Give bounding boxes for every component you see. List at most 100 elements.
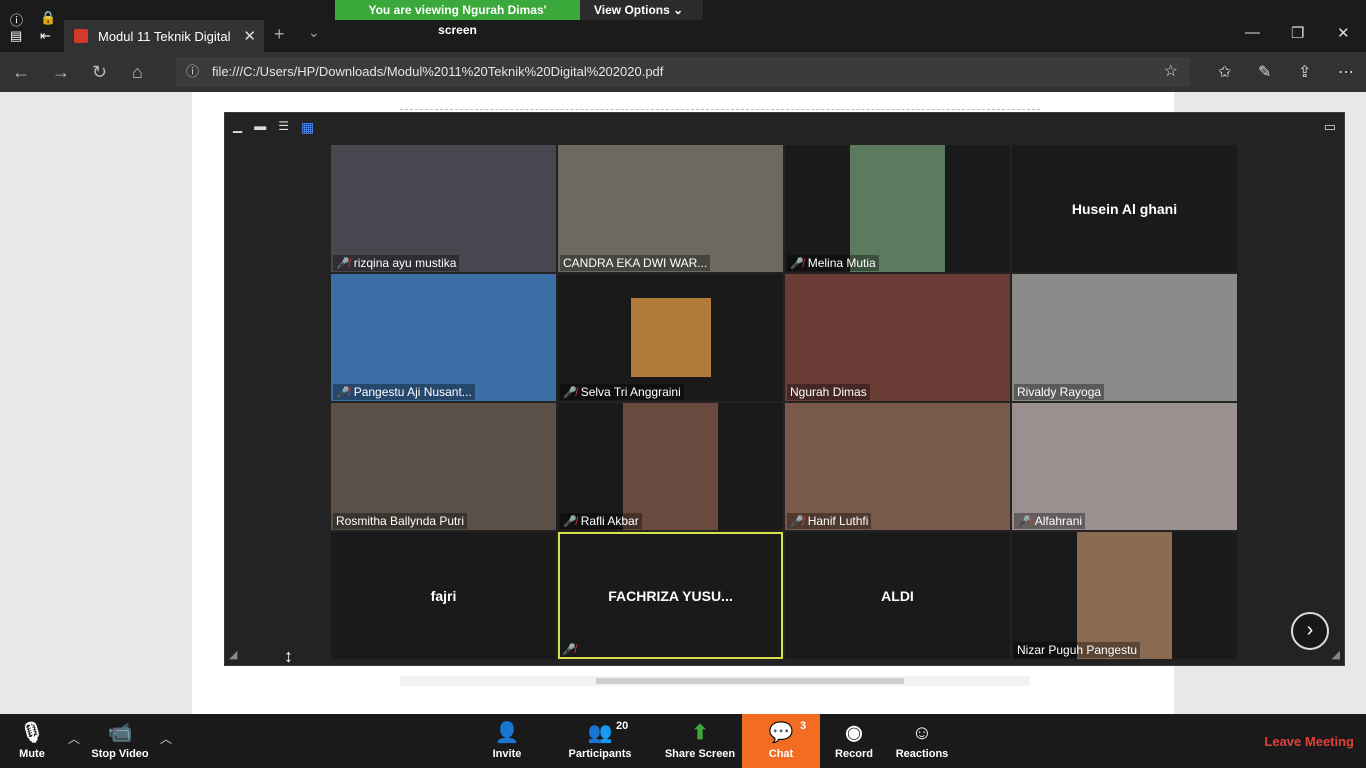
speaker-view-icon[interactable]: ▬ bbox=[254, 119, 266, 136]
close-tab-icon[interactable]: ✕ bbox=[243, 27, 256, 45]
participant-name-centered: ALDI bbox=[881, 587, 914, 604]
participant-name-text: Alfahrani bbox=[1034, 514, 1083, 528]
gallery-view-icon[interactable]: ▦ bbox=[301, 119, 314, 136]
chevron-down-icon[interactable]: ⌄ bbox=[308, 24, 320, 41]
stop-video-button[interactable]: 📹 Stop Video bbox=[86, 714, 154, 768]
participant-name-text: Melina Mutia bbox=[807, 256, 876, 270]
meeting-toolbar: 🎙 Mute ︿ 📹 Stop Video ︿ 👤 Invite 👥 20 Pa… bbox=[0, 714, 1366, 768]
microphone-icon: 🎙 bbox=[19, 722, 45, 744]
tab-list-icon[interactable]: ▤ bbox=[10, 28, 22, 44]
forward-arrow-icon[interactable]: → bbox=[52, 62, 70, 83]
participant-name: Ngurah Dimas bbox=[787, 384, 870, 400]
muted-mic-icon: 🎤̸ bbox=[1017, 516, 1031, 528]
next-page-button[interactable]: › bbox=[1291, 612, 1329, 650]
participant-tile[interactable]: 🎤̸ Selva Tri Anggraini bbox=[558, 274, 783, 401]
participant-name-text: CANDRA EKA DWI WAR... bbox=[563, 256, 708, 270]
site-info-icon[interactable]: ⓘ bbox=[186, 57, 199, 87]
view-options-label: View Options bbox=[594, 3, 670, 17]
resize-handle-right-icon[interactable]: ◢ bbox=[1332, 648, 1340, 661]
participant-tile[interactable]: 🎤̸ rizqina ayu mustika bbox=[331, 145, 556, 272]
view-options-button[interactable]: View Options ⌄ bbox=[580, 0, 703, 20]
more-menu-icon[interactable]: ⋯ bbox=[1338, 62, 1354, 82]
participant-name-text: Hanif Luthfi bbox=[807, 514, 869, 528]
participant-video bbox=[850, 145, 945, 272]
favorite-star-icon[interactable]: ☆ bbox=[1164, 57, 1178, 87]
chat-bubble-icon: 💬 bbox=[768, 722, 794, 744]
pen-icon[interactable]: ✎ bbox=[1258, 62, 1271, 82]
share-screen-label: Share Screen bbox=[664, 748, 736, 760]
video-options-caret-icon[interactable]: ︿ bbox=[160, 730, 172, 747]
participant-name-text: rizqina ayu mustika bbox=[353, 256, 457, 270]
video-camera-icon: 📹 bbox=[107, 722, 133, 744]
participant-name-text: Nizar Puguh Pangestu bbox=[1017, 643, 1138, 657]
url-text: file:///C:/Users/HP/Downloads/Modul%2011… bbox=[212, 64, 664, 79]
participant-video bbox=[1077, 532, 1172, 659]
minimize-icon[interactable]: — bbox=[1245, 24, 1260, 41]
participant-name: Nizar Puguh Pangestu bbox=[1014, 642, 1141, 658]
scrollbar-thumb[interactable] bbox=[596, 678, 904, 684]
participant-tile[interactable]: fajri bbox=[331, 532, 556, 659]
participant-tile[interactable]: 🎤̸ Alfahrani bbox=[1012, 403, 1237, 530]
favorites-icon[interactable]: ✩ bbox=[1218, 62, 1231, 82]
participant-tile[interactable]: 🎤̸ Rafli Akbar bbox=[558, 403, 783, 530]
share-screen-button[interactable]: ⬆ Share Screen bbox=[664, 714, 736, 768]
participant-tile[interactable]: 🎤̸ Melina Mutia bbox=[785, 145, 1010, 272]
participants-label: Participants bbox=[568, 748, 632, 760]
browser-tab[interactable]: Modul 11 Teknik Digital ✕ bbox=[64, 20, 264, 52]
muted-mic-icon: 🎤̸ bbox=[790, 516, 804, 528]
stop-video-label: Stop Video bbox=[91, 748, 149, 760]
new-tab-icon[interactable]: + bbox=[274, 24, 285, 45]
participant-tile[interactable]: FACHRIZA YUSU... 🎤̸ bbox=[558, 532, 783, 659]
refresh-icon[interactable]: ↻ bbox=[92, 62, 107, 83]
participant-tile[interactable]: CANDRA EKA DWI WAR... bbox=[558, 145, 783, 272]
resize-handle-left-icon[interactable]: ◢ bbox=[229, 648, 237, 661]
record-button[interactable]: ◉ Record bbox=[832, 714, 876, 768]
home-icon[interactable]: ⌂ bbox=[132, 62, 143, 83]
strip-view-icon[interactable]: ☰ bbox=[278, 119, 289, 136]
participant-tile[interactable]: Ngurah Dimas bbox=[785, 274, 1010, 401]
pdf-horizontal-scrollbar[interactable] bbox=[400, 676, 1030, 686]
reactions-button[interactable]: ☺ Reactions bbox=[894, 714, 950, 768]
participant-name-centered: fajri bbox=[430, 587, 457, 604]
participant-name: 🎤̸ Selva Tri Anggraini bbox=[560, 384, 684, 400]
restore-icon[interactable]: ❐ bbox=[1291, 24, 1304, 42]
system-tray-icons: ⓘ 🔒 ▤ ⇤ bbox=[10, 10, 60, 46]
invite-button[interactable]: 👤 Invite bbox=[482, 714, 532, 768]
mute-button[interactable]: 🎙 Mute bbox=[10, 714, 54, 768]
participant-video bbox=[623, 403, 718, 530]
lock-icon: 🔒 bbox=[40, 10, 57, 25]
back-arrow-icon[interactable]: ← bbox=[12, 62, 30, 83]
url-field[interactable]: ⓘ file:///C:/Users/HP/Downloads/Modul%20… bbox=[176, 57, 1190, 87]
participants-button[interactable]: 👥 20 Participants bbox=[566, 714, 634, 768]
participant-tile[interactable]: Rivaldy Rayoga bbox=[1012, 274, 1237, 401]
chat-label: Chat bbox=[768, 748, 794, 760]
participant-tile[interactable]: 🎤̸ Pangestu Aji Nusant... bbox=[331, 274, 556, 401]
chat-button[interactable]: 💬 3 Chat bbox=[742, 714, 820, 768]
tab-title: Modul 11 Teknik Digital bbox=[98, 28, 231, 44]
emoji-add-icon: ☺ bbox=[911, 722, 933, 744]
back-tabs-icon[interactable]: ⇤ bbox=[40, 28, 51, 44]
share-icon[interactable]: ⇪ bbox=[1298, 62, 1311, 82]
minimize-view-icon[interactable]: ▁ bbox=[233, 119, 242, 136]
participant-tile[interactable]: 🎤̸ Hanif Luthfi bbox=[785, 403, 1010, 530]
participant-name: 🎤̸ Melina Mutia bbox=[787, 255, 879, 271]
participant-tile[interactable]: ALDI bbox=[785, 532, 1010, 659]
participants-count: 20 bbox=[616, 720, 629, 732]
zoom-gallery-window: ▁ ▬ ☰ ▦ ▭ 🎤̸ rizqina ayu mustika CANDRA EK… bbox=[224, 112, 1345, 666]
participant-grid: 🎤̸ rizqina ayu mustika CANDRA EKA DWI WAR.… bbox=[331, 145, 1239, 661]
resize-cursor-icon: ↕ bbox=[284, 646, 293, 666]
gallery-view-controls: ▁ ▬ ☰ ▦ bbox=[233, 119, 314, 136]
participant-tile[interactable]: Nizar Puguh Pangestu bbox=[1012, 532, 1237, 659]
participant-name: 🎤̸ Pangestu Aji Nusant... bbox=[333, 384, 475, 400]
participant-tile[interactable]: Husein Al ghani bbox=[1012, 145, 1237, 272]
audio-options-caret-icon[interactable]: ︿ bbox=[68, 730, 80, 747]
participant-name-text: Ngurah Dimas bbox=[790, 385, 867, 399]
participant-tile[interactable]: Rosmitha Ballynda Putri bbox=[331, 403, 556, 530]
participant-name-centered: FACHRIZA YUSU... bbox=[608, 587, 733, 604]
participant-name-text: Rivaldy Rayoga bbox=[1017, 385, 1102, 399]
exit-fullscreen-icon[interactable]: ▭ bbox=[1324, 119, 1336, 135]
leave-meeting-button[interactable]: Leave Meeting bbox=[1264, 734, 1354, 749]
close-window-icon[interactable]: ✕ bbox=[1337, 24, 1350, 42]
share-screen-icon: ⬆ bbox=[691, 722, 709, 744]
participant-video bbox=[631, 298, 711, 377]
